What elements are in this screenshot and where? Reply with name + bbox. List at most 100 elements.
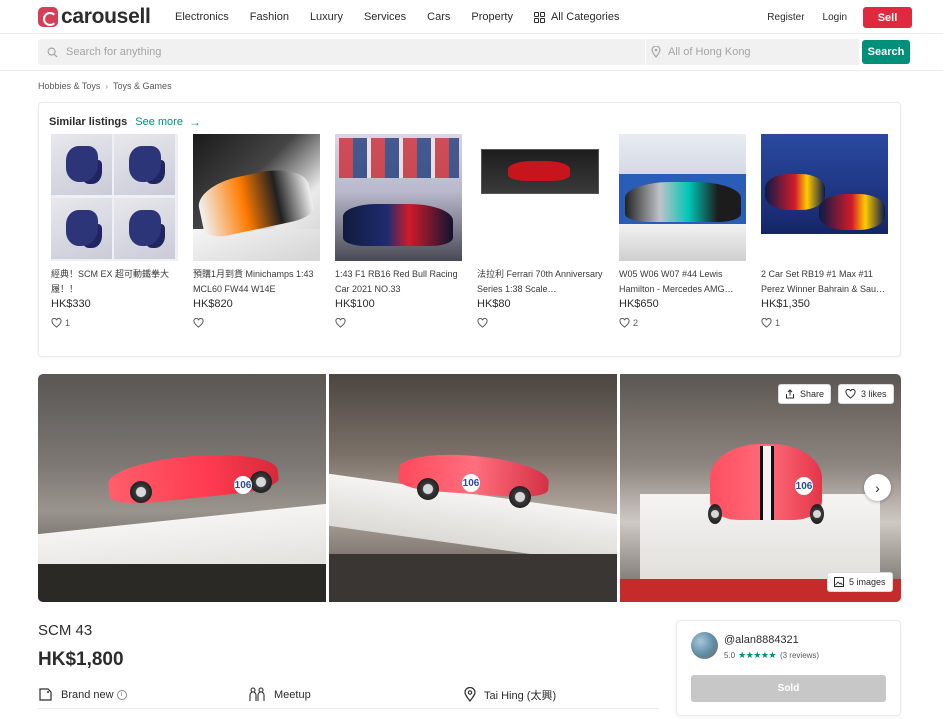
info-icon[interactable]: i bbox=[116, 689, 127, 700]
register-link[interactable]: Register bbox=[767, 12, 804, 23]
listing-title[interactable]: 2 Car Set RB19 #1 Max #11 Perez Winner B… bbox=[761, 267, 888, 297]
search-button[interactable]: Search bbox=[862, 40, 910, 64]
share-icon bbox=[786, 389, 794, 399]
search-bar: Search for anything All of Hong Kong Sea… bbox=[0, 34, 943, 71]
nav-cars[interactable]: Cars bbox=[427, 11, 450, 23]
heart-icon bbox=[845, 389, 856, 399]
search-placeholder: Search for anything bbox=[66, 46, 162, 58]
like-count: 1 bbox=[65, 318, 71, 328]
listing-price: HK$80 bbox=[477, 298, 511, 310]
like-button[interactable] bbox=[477, 318, 604, 328]
review-count[interactable]: (3 reviews) bbox=[780, 651, 819, 660]
seller-username[interactable]: @alan8884321 bbox=[724, 634, 799, 646]
listing-title[interactable]: W05 W06 W07 #44 Lewis Hamilton - Mercede… bbox=[619, 267, 746, 297]
listing-image[interactable] bbox=[335, 134, 462, 261]
like-button[interactable]: 1 bbox=[51, 318, 178, 328]
listing-title[interactable]: 1:43 F1 RB16 Red Bull Racing Car 2021 NO… bbox=[335, 267, 462, 297]
listing-price: HK$330 bbox=[51, 298, 91, 310]
image-icon bbox=[834, 577, 844, 587]
listing-card[interactable]: 經典！SCM EX 超可動鐵拳大履！！ HK$330 1 bbox=[51, 134, 178, 328]
carousell-logo[interactable]: carousell bbox=[38, 5, 151, 28]
delivery-attribute: Meetup bbox=[248, 687, 311, 702]
listing-card[interactable]: 法拉利 Ferrari 70th Anniversary Series 1:38… bbox=[477, 134, 604, 328]
listing-price: HK$650 bbox=[619, 298, 659, 310]
location-pin-icon bbox=[464, 687, 476, 702]
car-number: 106 bbox=[234, 476, 252, 494]
avatar[interactable] bbox=[691, 632, 718, 659]
sold-button: Sold bbox=[691, 675, 886, 702]
listing-image[interactable] bbox=[193, 134, 320, 261]
breadcrumb: Hobbies & Toys › Toys & Games bbox=[38, 81, 172, 91]
nav-electronics[interactable]: Electronics bbox=[175, 11, 229, 23]
condition-tag-icon bbox=[39, 688, 52, 701]
nav-services[interactable]: Services bbox=[364, 11, 406, 23]
grid-icon bbox=[533, 11, 545, 23]
nav-all-categories[interactable]: All Categories bbox=[533, 11, 620, 23]
next-photo-button[interactable]: › bbox=[864, 474, 891, 501]
location-label[interactable]: Tai Hing (太興) bbox=[484, 687, 556, 703]
like-button[interactable] bbox=[193, 318, 320, 328]
heart-icon bbox=[761, 318, 772, 328]
see-more-link[interactable]: See more → bbox=[135, 115, 201, 129]
location-input[interactable]: All of Hong Kong bbox=[646, 39, 859, 65]
top-navigation: carousell Electronics Fashion Luxury Ser… bbox=[0, 0, 943, 34]
listing-title: SCM 43 bbox=[38, 622, 93, 639]
listing-title[interactable]: 預購1月到貨 Minichamps 1:43 MCL60 FW44 W14E bbox=[193, 267, 320, 297]
listing-price: HK$1,350 bbox=[761, 298, 810, 310]
like-listing-button[interactable]: 3 likes bbox=[838, 384, 894, 404]
listing-price: HK$820 bbox=[193, 298, 233, 310]
share-button[interactable]: Share bbox=[778, 384, 832, 404]
likes-count: 3 likes bbox=[861, 389, 887, 399]
nav-fashion[interactable]: Fashion bbox=[250, 11, 289, 23]
all-categories-label: All Categories bbox=[550, 11, 620, 23]
heart-icon bbox=[193, 318, 204, 328]
breadcrumb-item-toys-games[interactable]: Toys & Games bbox=[113, 81, 172, 91]
delivery-label: Meetup bbox=[274, 688, 311, 701]
listing-title[interactable]: 法拉利 Ferrari 70th Anniversary Series 1:38… bbox=[477, 267, 604, 297]
listing-card[interactable]: 預購1月到貨 Minichamps 1:43 MCL60 FW44 W14E H… bbox=[193, 134, 320, 328]
location-attribute: Tai Hing (太興) bbox=[464, 687, 556, 703]
condition-label: Brand new bbox=[61, 688, 114, 701]
listing-price: HK$1,800 bbox=[38, 649, 124, 670]
like-count: 1 bbox=[775, 318, 781, 328]
account-actions: Register Login Sell bbox=[767, 7, 912, 28]
listing-image[interactable] bbox=[619, 134, 746, 261]
seller-rating: 5.0 ★★★★★ (3 reviews) bbox=[724, 650, 819, 661]
meetup-icon bbox=[249, 687, 265, 701]
listing-image[interactable] bbox=[761, 134, 888, 261]
gallery-photo[interactable]: 106 bbox=[620, 374, 901, 602]
nav-property[interactable]: Property bbox=[471, 11, 513, 23]
images-count: 5 images bbox=[849, 577, 886, 587]
share-label: Share bbox=[800, 389, 825, 399]
similar-listings-panel: Similar listings See more → 經典！SCM EX 超可… bbox=[38, 102, 901, 357]
view-all-images-button[interactable]: 5 images bbox=[827, 572, 893, 592]
listing-image[interactable] bbox=[477, 134, 604, 261]
listing-title[interactable]: 經典！SCM EX 超可動鐵拳大履！！ bbox=[51, 267, 178, 297]
login-link[interactable]: Login bbox=[823, 12, 847, 23]
listing-card[interactable]: 2 Car Set RB19 #1 Max #11 Perez Winner B… bbox=[761, 134, 888, 328]
rating-value: 5.0 bbox=[724, 651, 736, 660]
like-button[interactable] bbox=[335, 318, 462, 328]
listing-image[interactable] bbox=[51, 134, 178, 261]
breadcrumb-item-hobbies[interactable]: Hobbies & Toys bbox=[38, 81, 100, 91]
listing-card[interactable]: 1:43 F1 RB16 Red Bull Racing Car 2021 NO… bbox=[335, 134, 462, 328]
star-rating-icons: ★★★★★ bbox=[738, 650, 776, 660]
like-button[interactable]: 2 bbox=[619, 318, 746, 328]
logo-text: carousell bbox=[61, 5, 151, 28]
similar-listings-title: Similar listings bbox=[49, 116, 128, 128]
chevron-right-icon: › bbox=[875, 479, 880, 496]
location-placeholder: All of Hong Kong bbox=[668, 46, 751, 58]
nav-luxury[interactable]: Luxury bbox=[310, 11, 343, 23]
category-nav: Electronics Fashion Luxury Services Cars… bbox=[175, 0, 640, 34]
heart-icon bbox=[619, 318, 630, 328]
listing-card[interactable]: W05 W06 W07 #44 Lewis Hamilton - Mercede… bbox=[619, 134, 746, 328]
sell-button[interactable]: Sell bbox=[863, 7, 912, 28]
arrow-right-icon: → bbox=[188, 115, 201, 129]
see-more-label: See more bbox=[135, 116, 183, 128]
gallery-photo[interactable]: 106 bbox=[329, 374, 617, 602]
similar-listings-carousel: 經典！SCM EX 超可動鐵拳大履！！ HK$330 1 預購1月到貨 Mini… bbox=[51, 134, 888, 328]
like-button[interactable]: 1 bbox=[761, 318, 888, 328]
search-input[interactable]: Search for anything bbox=[38, 39, 645, 65]
gallery-photo[interactable]: 106 bbox=[38, 374, 326, 602]
listing-attributes: Brand new i Meetup Tai Hing (太興) bbox=[38, 681, 659, 709]
